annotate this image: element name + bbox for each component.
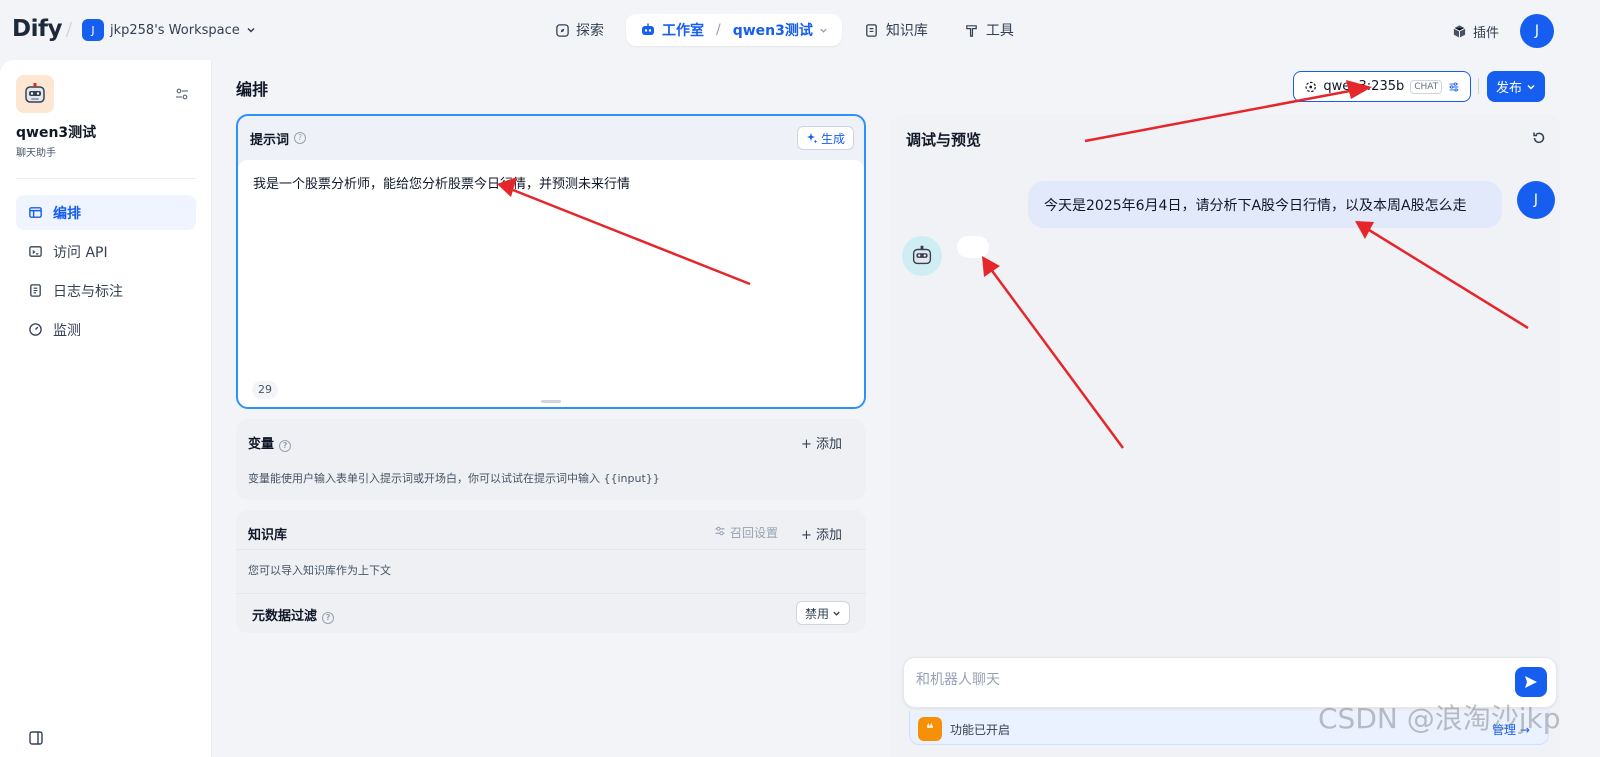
user-avatar[interactable]: J <box>1520 14 1554 48</box>
sidebar-item-label: 访问 API <box>53 244 108 261</box>
robot-icon <box>912 245 932 265</box>
model-selector-button[interactable]: qwen3:235b CHAT <box>1293 71 1471 102</box>
sidebar-item-label: 监测 <box>53 322 81 339</box>
page-title: 编排 <box>236 80 269 99</box>
publish-button[interactable]: 发布 <box>1487 71 1545 102</box>
metadata-filter-title: 元数据过滤? <box>252 605 335 624</box>
layout-icon <box>29 207 42 218</box>
cube-icon <box>1453 25 1466 38</box>
nav-studio-label: 工作室 <box>662 23 704 39</box>
chevron-down-icon <box>1527 84 1535 90</box>
sparkle-icon <box>806 133 818 144</box>
publish-label: 发布 <box>1495 81 1522 96</box>
hammer-icon <box>964 22 980 38</box>
sidebar-item-api[interactable]: 访问 API <box>16 234 196 269</box>
dify-logo[interactable]: Dify <box>12 16 62 42</box>
plugin-label: 插件 <box>1473 26 1500 41</box>
sidebar-item-label: 编排 <box>53 205 81 222</box>
knowledge-description: 您可以导入知识库作为上下文 <box>248 564 391 577</box>
plugin-button[interactable]: 插件 <box>1452 22 1499 41</box>
gauge-icon <box>29 323 42 336</box>
header-divider <box>1478 78 1479 94</box>
nav-studio[interactable]: 工作室 / qwen3测试 <box>626 14 842 46</box>
compass-icon <box>554 22 570 38</box>
sidebar-divider <box>16 178 196 179</box>
variables-title: 变量? <box>248 433 292 452</box>
main-nav: 探索 工作室 / qwen3测试 知识库 工具 <box>540 14 1028 46</box>
sidebar-item-monitor[interactable]: 监测 <box>16 312 196 347</box>
sidebar-item-orchestrate[interactable]: 编排 <box>16 195 196 230</box>
nav-tools-label: 工具 <box>985 23 1014 39</box>
knowledge-card: 知识库 召回设置 + 添加 您可以导入知识库作为上下文 元数据过滤? 禁用 <box>236 510 866 633</box>
debug-title: 调试与预览 <box>906 131 982 149</box>
nav-tools[interactable]: 工具 <box>950 14 1028 46</box>
workspace-avatar: J <box>82 19 104 41</box>
model-name: qwen3:235b <box>1323 79 1405 94</box>
recall-settings-button[interactable]: 召回设置 <box>714 524 778 541</box>
quote-icon: ❝ <box>918 717 942 741</box>
book-icon <box>864 22 880 38</box>
divider <box>236 549 866 550</box>
help-icon[interactable]: ? <box>294 132 307 144</box>
app-name: qwen3测试 <box>16 125 97 141</box>
robot-icon <box>640 22 656 38</box>
workspace-switcher[interactable]: J jkp258's Workspace <box>82 19 256 41</box>
nav-knowledge[interactable]: 知识库 <box>850 14 942 46</box>
feature-status-text: 功能已开启 <box>950 723 1011 737</box>
model-icon <box>1305 81 1316 92</box>
top-navigation-bar: Dify / J jkp258's Workspace 探索 工作室 / qwe… <box>0 0 1600 60</box>
workspace-name: jkp258's Workspace <box>110 22 240 38</box>
chevron-down-icon <box>833 611 840 616</box>
prompt-editor: 提示词 ? 生成 我是一个股票分析师，能给您分析股票今日行情，并预测未来行情 <box>236 114 866 409</box>
watermark: CSDN @浪淘沙jkp <box>1318 702 1561 735</box>
model-mode-badge: CHAT <box>1410 79 1443 94</box>
bot-avatar <box>902 236 942 276</box>
variables-card: 变量? + 添加 变量能使用户输入表单引入提示词或开场白，你可以试试在提示词中输… <box>236 419 866 500</box>
nav-separator: / <box>716 22 721 38</box>
prompt-char-count: 29 <box>252 381 278 399</box>
prompt-title: 提示词 <box>250 132 290 148</box>
variables-description: 变量能使用户输入表单引入提示词或开场白，你可以试试在提示词中输入 {{input… <box>248 472 660 485</box>
help-icon[interactable]: ? <box>279 440 292 452</box>
current-app-name[interactable]: qwen3测试 <box>733 20 813 40</box>
sliders-icon <box>1449 81 1459 92</box>
prompt-textarea[interactable]: 我是一个股票分析师，能给您分析股票今日行情，并预测未来行情 <box>238 160 864 407</box>
metadata-filter-select[interactable]: 禁用 <box>796 601 850 625</box>
chat-input[interactable] <box>916 672 1496 688</box>
chevron-down-icon <box>820 28 827 33</box>
app-type: 聊天助手 <box>16 148 56 159</box>
resize-handle[interactable] <box>541 400 561 403</box>
user-message-bubble: 今天是2025年6月4日，请分析下A股今日行情，以及本周A股怎么走 <box>1028 181 1502 228</box>
knowledge-title: 知识库 <box>248 528 288 543</box>
chevron-down-icon <box>247 27 255 33</box>
bot-message-loading <box>957 236 989 258</box>
sidebar-item-logs[interactable]: 日志与标注 <box>16 273 196 308</box>
generate-label: 生成 <box>820 131 845 146</box>
sidebar-menu: 编排 访问 API 日志与标注 监测 <box>16 195 196 351</box>
divider <box>236 593 866 594</box>
add-variable-button[interactable]: + 添加 <box>801 433 842 452</box>
nav-knowledge-label: 知识库 <box>885 23 928 39</box>
send-button[interactable] <box>1515 667 1547 697</box>
nav-explore-label: 探索 <box>576 23 604 39</box>
collapse-sidebar-icon[interactable] <box>28 730 44 750</box>
add-knowledge-button[interactable]: + 添加 <box>801 524 842 543</box>
generate-button[interactable]: 生成 <box>796 126 854 150</box>
user-avatar: J <box>1517 181 1555 219</box>
breadcrumb-separator: / <box>66 19 73 40</box>
sliders-icon <box>715 526 725 536</box>
app-robot-icon <box>16 75 54 113</box>
nav-explore[interactable]: 探索 <box>540 14 618 46</box>
refresh-icon[interactable] <box>1531 130 1547 150</box>
prompt-header: 提示词 ? 生成 <box>238 116 864 160</box>
document-icon <box>30 284 41 297</box>
send-icon <box>1525 676 1537 688</box>
terminal-icon <box>29 246 42 257</box>
app-settings-icon[interactable] <box>174 86 190 106</box>
help-icon[interactable]: ? <box>322 612 335 624</box>
app-sidebar: qwen3测试 聊天助手 编排 访问 API 日志与标注 监测 <box>0 60 212 757</box>
sidebar-item-label: 日志与标注 <box>53 283 123 300</box>
